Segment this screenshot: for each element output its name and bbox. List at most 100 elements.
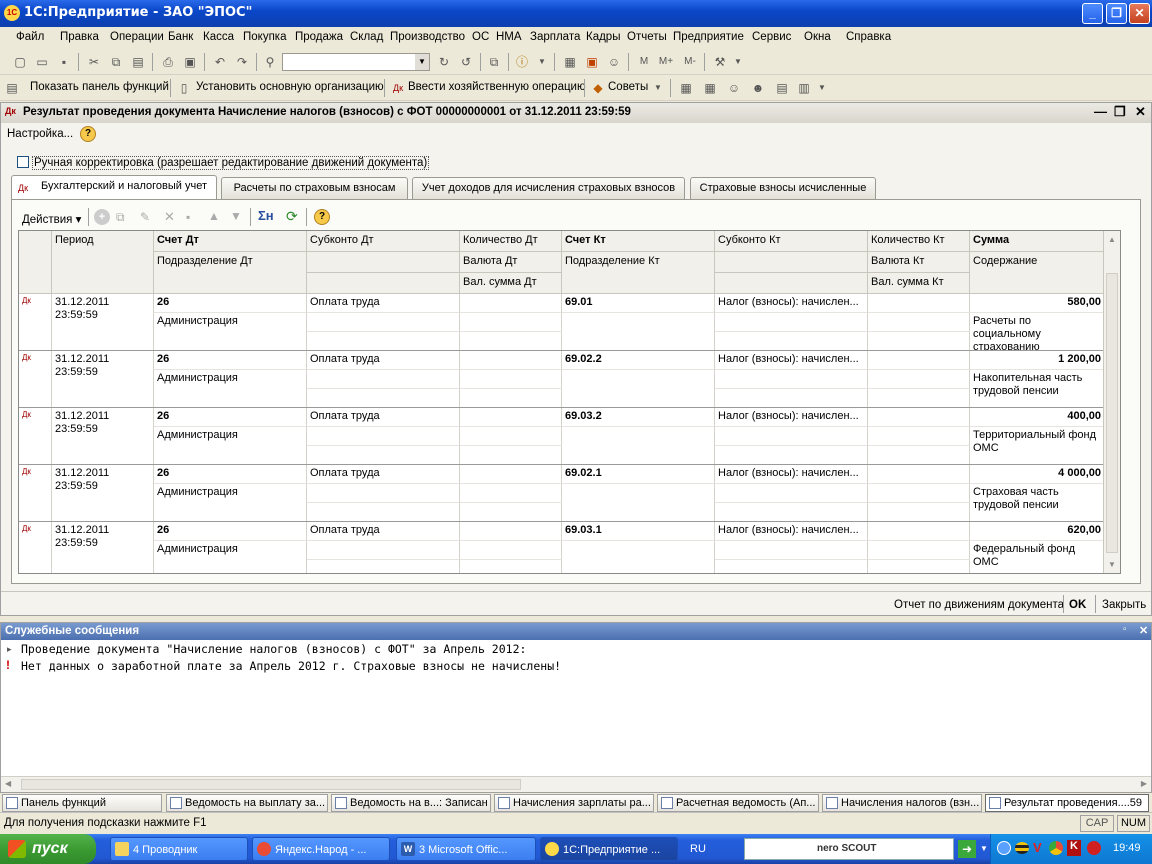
header-kol-dt[interactable]: Количество Дт — [460, 231, 562, 252]
menu-fixed-assets[interactable]: ОС — [472, 31, 489, 43]
row-podr-dt[interactable]: Администрация — [154, 484, 307, 522]
doc-minimize-button[interactable]: — — [1094, 104, 1107, 119]
taskbar-1c[interactable]: 1С:Предприятие ... — [540, 837, 678, 861]
enter-operation-button[interactable]: Ввести хозяйственную операцию — [408, 81, 586, 93]
row-schet-dt[interactable]: 26 — [154, 465, 307, 484]
refresh-icon[interactable]: ⟳ — [286, 208, 298, 225]
row-period[interactable]: 31.12.2011 23:59:59 — [52, 408, 154, 465]
nero-scout-search[interactable]: nero SCOUT — [744, 838, 954, 860]
row-subkonto-kt-3[interactable] — [715, 332, 868, 351]
close-button[interactable]: ✕ — [1129, 3, 1150, 24]
row-schet-dt[interactable]: 26 — [154, 522, 307, 541]
header-podr-dt[interactable]: Подразделение Дт — [154, 252, 307, 294]
menu-help[interactable]: Справка — [846, 31, 891, 43]
row-val-dt[interactable] — [460, 370, 562, 389]
tools-dropdown-icon[interactable]: ▼ — [730, 54, 746, 70]
row-valsum-dt[interactable] — [460, 503, 562, 522]
move-up-icon[interactable]: ▲ — [208, 209, 220, 223]
header-valsum-kt[interactable]: Вал. сумма Кт — [868, 273, 970, 294]
copy-row-icon[interactable]: ⧉ — [116, 210, 125, 225]
row-podr-dt[interactable]: Администрация — [154, 370, 307, 408]
tray-beeline-icon[interactable] — [1015, 842, 1029, 854]
undo-icon[interactable]: ↶ — [212, 54, 228, 70]
menu-enterprise[interactable]: Предприятие — [673, 31, 744, 43]
row-val-kt[interactable] — [868, 427, 970, 446]
row-subkonto-kt[interactable]: Налог (взносы): начислен... — [715, 408, 868, 427]
row-period[interactable]: 31.12.2011 23:59:59 — [52, 522, 154, 573]
search-input[interactable]: ▼ — [282, 53, 430, 71]
menu-file[interactable]: Файл — [16, 31, 44, 43]
row-val-kt[interactable] — [868, 484, 970, 503]
menu-production[interactable]: Производство — [390, 31, 465, 43]
row-soderzhanie[interactable]: Территориальный фонд ОМС — [970, 427, 1105, 465]
row-valsum-dt[interactable] — [460, 389, 562, 408]
close-doc-button[interactable]: Закрыть — [1102, 599, 1146, 611]
taskbar-explorer[interactable]: 4 Проводник — [110, 837, 248, 861]
journal-icon[interactable]: ▦ — [678, 80, 694, 96]
tab-insurance-settlements[interactable]: Расчеты по страховым взносам — [221, 177, 408, 199]
tab-contributions-calculated[interactable]: Страховые взносы исчисленные — [690, 177, 876, 199]
row-val-kt[interactable] — [868, 370, 970, 389]
tray-back-icon[interactable] — [997, 841, 1011, 855]
more-dropdown-icon[interactable]: ▼ — [814, 80, 830, 96]
find-next-icon[interactable]: ↻ — [436, 54, 452, 70]
tools-icon[interactable]: ⚒ — [712, 54, 728, 70]
language-indicator[interactable]: RU — [690, 843, 706, 855]
menu-hr[interactable]: Кадры — [586, 31, 620, 43]
row-val-dt[interactable] — [460, 541, 562, 560]
employees-icon[interactable]: ☺ — [726, 80, 742, 96]
manual-correction-label[interactable]: Ручная корректировка (разрешает редактир… — [32, 156, 430, 170]
memory-minus-icon[interactable]: M- — [682, 54, 698, 70]
go-icon[interactable]: ➜ — [958, 840, 976, 858]
header-kol-kt[interactable]: Количество Кт — [868, 231, 970, 252]
row-val-kt[interactable] — [868, 313, 970, 332]
row-podr-dt[interactable]: Администрация — [154, 427, 307, 465]
tray-kaspersky-icon[interactable]: K — [1067, 840, 1081, 856]
row-valsum-kt[interactable] — [868, 446, 970, 465]
row-period[interactable]: 31.12.2011 23:59:59 — [52, 294, 154, 351]
row-podr-kt[interactable] — [562, 313, 715, 351]
row-kol-dt[interactable] — [460, 408, 562, 427]
row-subkonto-dt-3[interactable] — [307, 389, 460, 408]
tab-income-accounting[interactable]: Учет доходов для исчисления страховых вз… — [412, 177, 685, 199]
row-subkonto-kt[interactable]: Налог (взносы): начислен... — [715, 294, 868, 313]
row-subkonto-kt-3[interactable] — [715, 503, 868, 522]
info-dropdown-icon[interactable]: ▼ — [534, 54, 550, 70]
row-valsum-dt[interactable] — [460, 560, 562, 573]
row-soderzhanie[interactable]: Накопительная часть трудовой пенсии — [970, 370, 1105, 408]
copy-icon[interactable]: ⧉ — [108, 54, 124, 70]
row-schet-kt[interactable]: 69.03.1 — [562, 522, 715, 541]
messages-horizontal-scrollbar[interactable]: ◀ ▶ — [1, 776, 1151, 792]
report-icon[interactable]: ▤ — [774, 80, 790, 96]
organization-icon[interactable]: ▯ — [176, 80, 192, 96]
memory-plus-icon[interactable]: M+ — [658, 54, 674, 70]
row-kol-kt[interactable] — [868, 294, 970, 313]
header-schet-dt[interactable]: Счет Дт — [154, 231, 307, 252]
add-icon[interactable]: + — [94, 209, 110, 225]
taskbar-office[interactable]: W3 Microsoft Offic... — [396, 837, 536, 861]
menu-intangibles[interactable]: НМА — [496, 31, 522, 43]
header-summa[interactable]: Сумма — [970, 231, 1105, 252]
row-kol-dt[interactable] — [460, 294, 562, 313]
row-val-dt[interactable] — [460, 427, 562, 446]
row-subkonto-kt-3[interactable] — [715, 446, 868, 465]
row-val-dt[interactable] — [460, 484, 562, 503]
show-panel-button[interactable]: Показать панель функций — [30, 81, 169, 93]
search-icon[interactable]: ⚲ — [262, 54, 278, 70]
staff-icon[interactable]: ☻ — [750, 80, 766, 96]
taskbar-yandex[interactable]: Яндекс.Народ - ... — [252, 837, 390, 861]
row-kol-dt[interactable] — [460, 522, 562, 541]
ok-button[interactable]: OK — [1069, 599, 1086, 611]
window-tab-salary-accrual[interactable]: Начисления зарплаты ра... — [494, 794, 654, 812]
scroll-right-icon[interactable]: ▶ — [1141, 779, 1147, 788]
row-subkonto-kt-2[interactable] — [715, 427, 868, 446]
help-icon[interactable]: ? — [80, 126, 96, 142]
grid-help-icon[interactable]: ? — [314, 209, 330, 225]
menu-bank[interactable]: Банк — [168, 31, 193, 43]
scroll-down-icon[interactable]: ▼ — [1104, 556, 1120, 573]
row-subkonto-kt[interactable]: Налог (взносы): начислен... — [715, 351, 868, 370]
dt-kt-icon[interactable]: Дк — [390, 80, 406, 96]
menu-purchase[interactable]: Покупка — [243, 31, 286, 43]
minimize-button[interactable]: _ — [1082, 3, 1103, 24]
delete-icon[interactable]: ✕ — [164, 209, 175, 225]
